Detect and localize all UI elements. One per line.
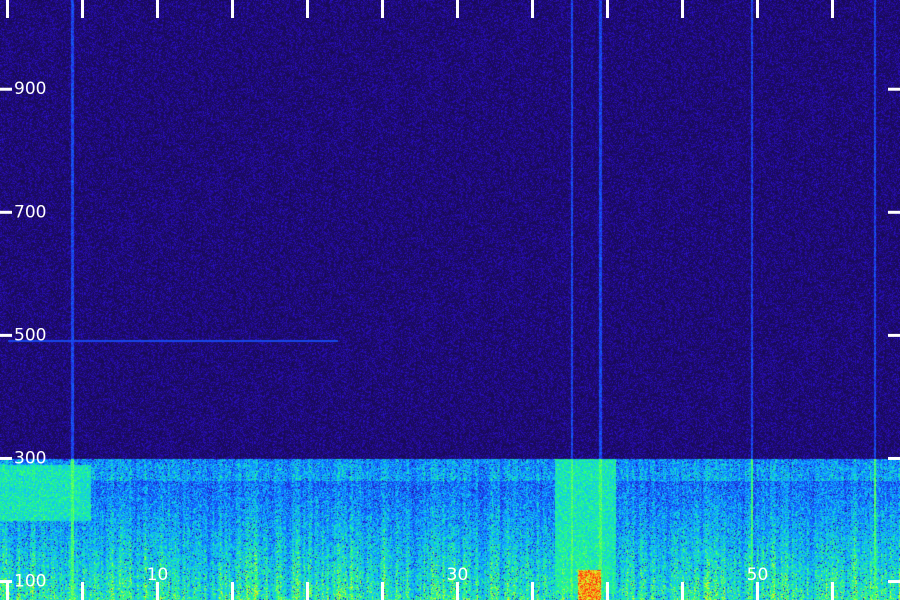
y-tick-label: 300 [14,448,46,468]
y-tick-marks-left [0,87,12,584]
x-tick-marks-bottom [6,582,834,600]
x-tick-marks-top [6,0,834,18]
x-tick-label: 50 [747,565,769,585]
x-tick-label: 10 [147,565,169,585]
y-tick-label: 500 [14,325,46,345]
x-tick-labels: 10 30 50 [147,565,769,585]
y-tick-label: 700 [14,202,46,222]
y-tick-marks-right [888,87,900,584]
y-tick-label: 900 [14,79,46,99]
y-tick-label: 100 [14,572,46,592]
axes-overlay: 100 300 500 700 900 10 30 50 [0,0,900,600]
y-tick-labels: 100 300 500 700 900 [14,79,46,591]
x-tick-label: 30 [447,565,469,585]
